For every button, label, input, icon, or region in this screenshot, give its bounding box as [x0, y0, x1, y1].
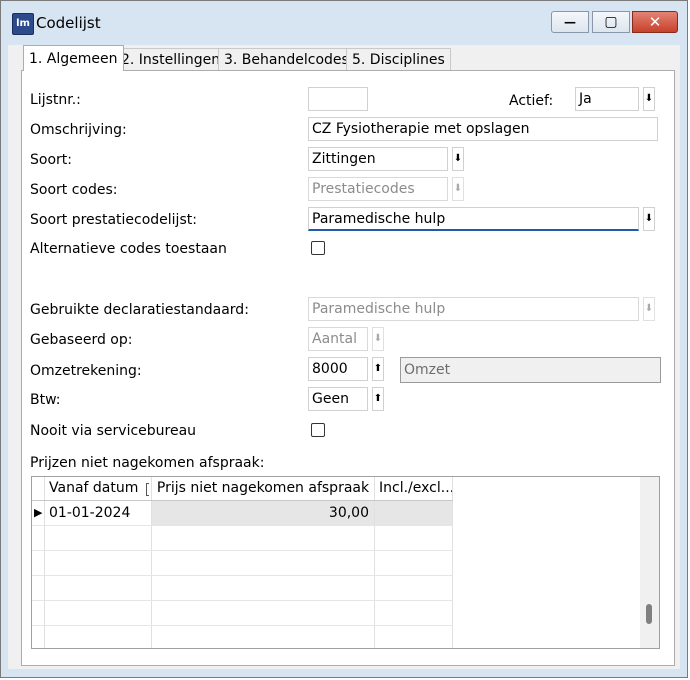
client-area: 1. Algemeen 2. Instellingen 3. Behandelc… — [8, 45, 680, 669]
soort-label: Soort: — [30, 152, 72, 168]
soort-codes-label: Soort codes: — [30, 182, 118, 198]
chevron-up-icon: ⬆ — [373, 393, 383, 404]
table-row[interactable]: ▶ 01-01-2024 30,00 — [32, 501, 453, 525]
close-icon: ✕ — [648, 13, 662, 31]
grid-header-vanaf-datum[interactable]: Vanaf datum ↑ — [49, 477, 149, 500]
tab-behandelcodes[interactable]: 3. Behandelcodes — [218, 48, 355, 70]
gebaseerd-op-select: Aantal — [308, 327, 368, 351]
declaratiestandaard-dropdown-button: ⬇ — [643, 297, 655, 321]
cell-vanaf-datum[interactable]: 01-01-2024 — [49, 501, 130, 525]
close-button[interactable]: ✕ — [632, 11, 678, 33]
declaratiestandaard-select: Paramedische hulp — [308, 297, 639, 321]
chevron-down-icon: ⬇ — [644, 303, 654, 314]
sort-icon: ↑ — [145, 483, 149, 496]
chevron-up-icon: ⬆ — [373, 363, 383, 374]
omzetrekening-lookup-button[interactable]: ⬆ — [372, 357, 384, 381]
tab-label: 2. Instellingen — [121, 52, 221, 68]
minimize-icon: — — [564, 15, 576, 29]
alternatieve-codes-label: Alternatieve codes toestaan — [30, 241, 227, 257]
tab-disciplines[interactable]: 5. Disciplines — [346, 48, 451, 70]
omzetrekening-input[interactable]: 8000 — [308, 357, 368, 381]
servicebureau-checkbox[interactable] — [311, 423, 325, 437]
window: lm Codelijst — ▢ ✕ 1. Algemeen 2. Instel… — [0, 0, 688, 678]
prijzen-label: Prijzen niet nagekomen afspraak: — [30, 455, 265, 471]
grid-line — [32, 575, 453, 576]
soort-codes-dropdown-button: ⬇ — [452, 177, 464, 201]
lijstnr-label: Lijstnr.: — [30, 92, 81, 108]
tab-algemeen[interactable]: 1. Algemeen — [23, 45, 124, 71]
app-icon: lm — [12, 13, 34, 35]
soort-prestatiecodelijst-label: Soort prestatiecodelijst: — [30, 212, 197, 228]
prijzen-grid[interactable]: Vanaf datum ↑ Prijs niet nagekomen afspr… — [31, 476, 660, 649]
grid-vertical-scrollbar[interactable] — [640, 477, 659, 648]
omzetrekening-label: Omzetrekening: — [30, 363, 142, 379]
chevron-down-icon: ⬇ — [644, 213, 654, 224]
grid-line — [32, 550, 453, 551]
servicebureau-label: Nooit via servicebureau — [30, 423, 197, 439]
tab-instellingen[interactable]: 2. Instellingen — [115, 48, 227, 70]
omschrijving-input[interactable]: CZ Fysiotherapie met opslagen — [308, 117, 658, 141]
window-title: Codelijst — [36, 14, 101, 32]
grid-line — [32, 525, 453, 526]
chevron-down-icon: ⬇ — [644, 93, 654, 104]
maximize-button[interactable]: ▢ — [592, 11, 630, 33]
grid-header-prijs[interactable]: Prijs niet nagekomen afspraak — [152, 477, 374, 500]
scrollbar-thumb[interactable] — [646, 604, 652, 624]
alternatieve-codes-checkbox[interactable] — [311, 241, 325, 255]
omzetrekening-description: Omzet — [400, 357, 661, 383]
cell-prijs[interactable]: 30,00 — [152, 501, 374, 525]
gebaseerd-op-dropdown-button: ⬇ — [372, 327, 384, 351]
row-marker-icon: ▶ — [34, 506, 43, 519]
grid-header-label: Vanaf datum — [49, 480, 139, 496]
grid-header-row: Vanaf datum ↑ Prijs niet nagekomen afspr… — [32, 477, 453, 501]
tab-label: 5. Disciplines — [352, 52, 445, 68]
actief-select[interactable]: Ja — [575, 87, 639, 111]
actief-dropdown-button[interactable]: ⬇ — [643, 87, 655, 111]
btw-lookup-button[interactable]: ⬆ — [372, 387, 384, 411]
title-bar[interactable]: lm Codelijst — ▢ ✕ — [1, 1, 687, 45]
grid-line — [32, 600, 453, 601]
minimize-button[interactable]: — — [551, 11, 589, 33]
maximize-icon: ▢ — [604, 14, 618, 30]
btw-input[interactable]: Geen — [308, 387, 368, 411]
tab-label: 3. Behandelcodes — [224, 52, 349, 68]
declaratiestandaard-label: Gebruikte declaratiestandaard: — [30, 302, 249, 318]
tab-label: 1. Algemeen — [29, 51, 118, 67]
gebaseerd-op-label: Gebaseerd op: — [30, 332, 133, 348]
btw-label: Btw: — [30, 392, 61, 408]
omschrijving-label: Omschrijving: — [30, 122, 127, 138]
grid-header-incl-excl[interactable]: Incl./excl... — [379, 477, 452, 500]
soort-codes-select: Prestatiecodes — [308, 177, 448, 201]
soort-prestatiecodelijst-dropdown-button[interactable]: ⬇ — [643, 207, 655, 231]
cell-incl-excl[interactable] — [375, 501, 452, 525]
soort-select[interactable]: Zittingen — [308, 147, 448, 171]
lijstnr-input[interactable] — [308, 87, 368, 111]
actief-label: Actief: — [509, 93, 554, 109]
chevron-down-icon: ⬇ — [373, 333, 383, 344]
chevron-down-icon: ⬇ — [453, 183, 463, 194]
grid-line — [32, 625, 453, 626]
soort-prestatiecodelijst-select[interactable]: Paramedische hulp — [308, 207, 639, 231]
chevron-down-icon: ⬇ — [453, 153, 463, 164]
soort-dropdown-button[interactable]: ⬇ — [452, 147, 464, 171]
